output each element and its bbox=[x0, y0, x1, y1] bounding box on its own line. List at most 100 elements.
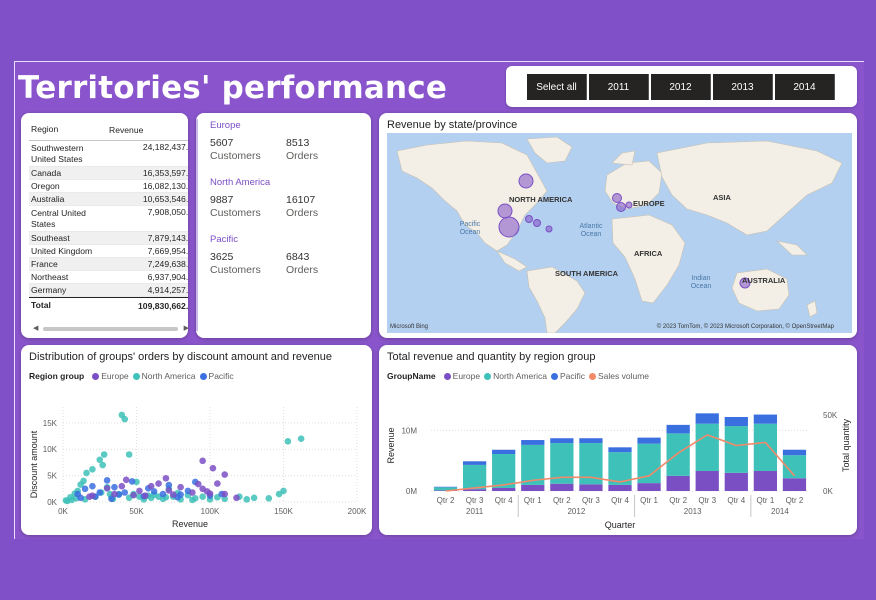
scatter-point-pacific[interactable] bbox=[103, 477, 111, 484]
slicer-button-2011[interactable]: 2011 bbox=[589, 74, 649, 100]
table-row[interactable]: Canada 16,353,597.8 bbox=[29, 167, 188, 180]
table-row[interactable]: Southwestern United States 24,182,437.0 bbox=[29, 141, 188, 167]
scrollbar-thumb[interactable] bbox=[43, 327, 178, 331]
scatter-point-north-america[interactable] bbox=[189, 496, 196, 504]
scatter-point-europe[interactable] bbox=[122, 476, 130, 484]
scatter-point-europe[interactable] bbox=[209, 464, 217, 472]
bar-pacific[interactable] bbox=[462, 461, 487, 465]
scatter-point-europe[interactable] bbox=[136, 487, 143, 495]
bar-europe[interactable] bbox=[782, 478, 807, 491]
bar-north-america[interactable] bbox=[724, 426, 748, 473]
combo-chart[interactable]: 0M 10M 0K 50K Revenue Total quantity Qtr 2 Qtr … bbox=[379, 345, 857, 535]
table-row[interactable]: United Kingdom 7,669,954.2 bbox=[29, 245, 188, 258]
scatter-point-europe[interactable] bbox=[155, 480, 162, 487]
scatter-point-europe[interactable] bbox=[206, 490, 214, 497]
map-bubble[interactable] bbox=[545, 225, 553, 233]
scatter-point-europe[interactable] bbox=[221, 490, 228, 498]
bar-pacific[interactable] bbox=[433, 486, 458, 488]
bar-europe[interactable] bbox=[550, 483, 574, 491]
scroll-right-icon[interactable]: ▶ bbox=[184, 324, 188, 332]
scatter-point-europe[interactable] bbox=[189, 489, 196, 496]
scatter-point-europe[interactable] bbox=[177, 483, 184, 491]
scatter-point-pacific[interactable] bbox=[77, 494, 84, 502]
slicer-button-select-all[interactable]: Select all bbox=[527, 74, 587, 100]
bar-pacific[interactable] bbox=[550, 438, 574, 444]
scatter-point-north-america[interactable] bbox=[99, 461, 106, 469]
scatter-point-europe[interactable] bbox=[199, 457, 206, 465]
scatter-point-europe[interactable] bbox=[233, 494, 240, 502]
scatter-point-pacific[interactable] bbox=[159, 490, 167, 498]
bar-pacific[interactable] bbox=[782, 449, 807, 456]
bar-europe[interactable] bbox=[666, 475, 690, 491]
scatter-point-north-america[interactable] bbox=[89, 465, 96, 473]
bar-europe[interactable] bbox=[608, 484, 632, 491]
bar-north-america[interactable] bbox=[695, 423, 719, 471]
scatter-point-europe[interactable] bbox=[221, 471, 228, 478]
table-row[interactable]: Germany 4,914,257.4 bbox=[29, 284, 188, 297]
world-map[interactable]: NORTH AMERICA EUROPE ASIA AFRICA SOUTH A… bbox=[387, 133, 852, 334]
scatter-point-north-america[interactable] bbox=[121, 415, 129, 423]
bar-north-america[interactable] bbox=[666, 433, 690, 476]
map-bubble[interactable] bbox=[625, 201, 633, 209]
bar-north-america[interactable] bbox=[753, 423, 778, 471]
scatter-point-north-america[interactable] bbox=[80, 477, 87, 485]
scatter-point-europe[interactable] bbox=[214, 480, 221, 487]
map-bubble[interactable] bbox=[497, 203, 513, 219]
map-bubble[interactable] bbox=[612, 193, 622, 203]
scatter-point-north-america[interactable] bbox=[284, 438, 292, 445]
bar-europe[interactable] bbox=[637, 483, 661, 491]
scatter-point-north-america[interactable] bbox=[275, 490, 283, 498]
slicer-button-2014[interactable]: 2014 bbox=[775, 74, 835, 100]
map-bubble[interactable] bbox=[616, 202, 626, 212]
bar-pacific[interactable] bbox=[666, 424, 690, 434]
slicer-button-2013[interactable]: 2013 bbox=[713, 74, 773, 100]
bar-europe[interactable] bbox=[724, 472, 748, 491]
bar-pacific[interactable] bbox=[695, 413, 719, 424]
map-bubble[interactable] bbox=[498, 216, 520, 238]
scatter-point-europe[interactable] bbox=[86, 493, 93, 501]
bar-europe[interactable] bbox=[492, 487, 516, 491]
scatter-plot[interactable]: 0K 5K 10K 15K 0K 50K 100K 150K 200K Revenue Discou… bbox=[21, 345, 372, 535]
bar-north-america[interactable] bbox=[462, 464, 487, 490]
bar-europe[interactable] bbox=[579, 484, 603, 491]
map-bubble[interactable] bbox=[525, 215, 533, 223]
scatter-point-europe[interactable] bbox=[162, 474, 170, 482]
scatter-point-north-america[interactable] bbox=[250, 494, 258, 502]
bar-pacific[interactable] bbox=[579, 438, 603, 444]
scroll-left-icon[interactable]: ◀ bbox=[33, 324, 38, 332]
table-row[interactable]: Southeast 7,879,143.8 bbox=[29, 232, 188, 245]
bar-pacific[interactable] bbox=[521, 440, 545, 445]
scatter-point-pacific[interactable] bbox=[121, 489, 129, 496]
bar-pacific[interactable] bbox=[608, 447, 632, 453]
table-row[interactable]: Oregon 16,082,130.9 bbox=[29, 180, 188, 193]
scatter-point-north-america[interactable] bbox=[125, 451, 133, 458]
table-row[interactable]: Australia 10,653,546.7 bbox=[29, 193, 188, 206]
scatter-point-pacific[interactable] bbox=[111, 483, 118, 491]
scatter-point-europe[interactable] bbox=[103, 484, 111, 492]
map-bubble[interactable] bbox=[518, 173, 534, 189]
bar-pacific[interactable] bbox=[724, 416, 748, 427]
bar-pacific[interactable] bbox=[492, 449, 516, 454]
scatter-point-north-america[interactable] bbox=[199, 493, 206, 501]
column-header-revenue[interactable]: Revenue bbox=[105, 125, 188, 135]
scatter-point-europe[interactable] bbox=[118, 482, 126, 490]
scatter-point-europe[interactable] bbox=[147, 482, 155, 490]
scatter-point-europe[interactable] bbox=[130, 491, 137, 499]
slicer-button-2012[interactable]: 2012 bbox=[651, 74, 711, 100]
bar-europe[interactable] bbox=[521, 484, 545, 491]
scatter-point-north-america[interactable] bbox=[265, 495, 273, 502]
bar-pacific[interactable] bbox=[753, 414, 778, 424]
table-row[interactable]: Northeast 6,937,904.7 bbox=[29, 271, 188, 284]
scatter-point-europe[interactable] bbox=[142, 492, 149, 499]
bar-pacific[interactable] bbox=[637, 437, 661, 444]
horizontal-scrollbar[interactable]: ◀ ▶ bbox=[33, 324, 188, 332]
scatter-point-europe[interactable] bbox=[169, 491, 177, 498]
scatter-point-europe[interactable] bbox=[111, 490, 118, 498]
map-bubble[interactable] bbox=[533, 219, 541, 227]
scatter-point-pacific[interactable] bbox=[128, 478, 136, 485]
bar-europe[interactable] bbox=[753, 470, 778, 491]
column-header-region[interactable]: Region bbox=[29, 124, 105, 135]
table-row[interactable]: France 7,249,638.6 bbox=[29, 258, 188, 271]
scatter-point-pacific[interactable] bbox=[89, 482, 96, 490]
scatter-point-north-america[interactable] bbox=[83, 469, 90, 477]
